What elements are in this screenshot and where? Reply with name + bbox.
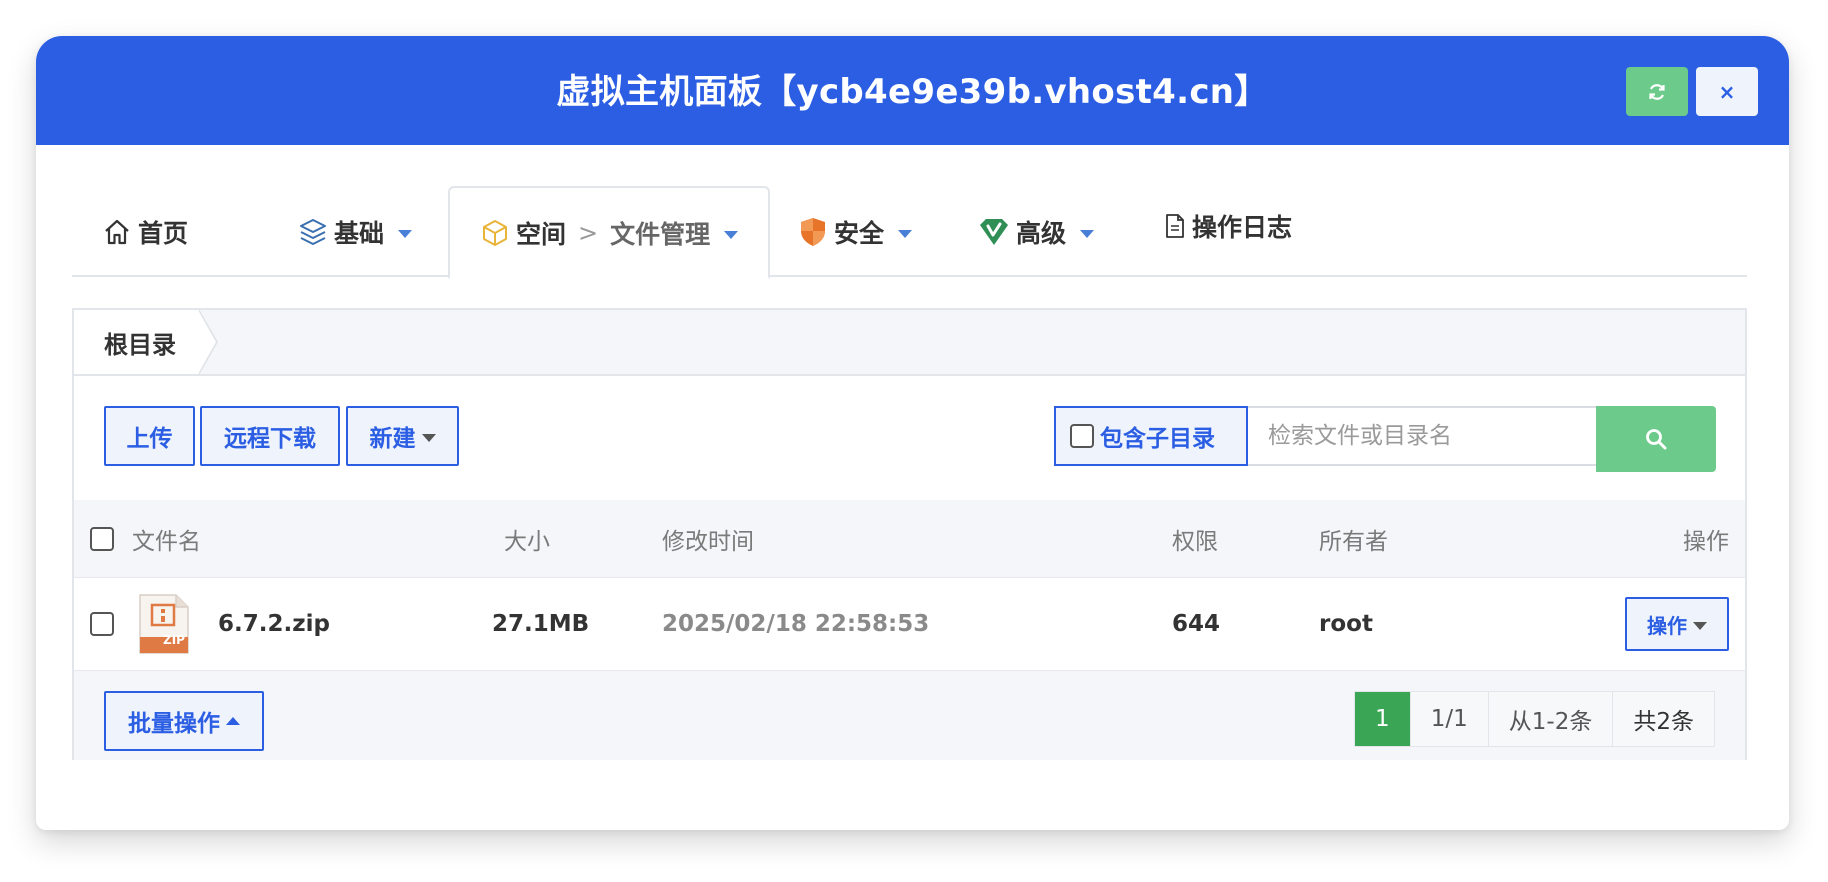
screen: 虚拟主机面板【ycb4e9e39b.vhost4.cn】 × 首页 基础 空间 … [0,0,1828,882]
select-all-checkbox[interactable] [90,526,114,551]
chevron-down-icon [1080,229,1095,238]
tab-file-manager-label: 文件管理 [610,219,711,249]
col-size-header[interactable]: 大小 [504,500,550,577]
refresh-icon [1649,83,1665,100]
remote-download-button[interactable]: 远程下载 [200,406,340,466]
row-actions-label: 操作 [1647,613,1687,638]
box-icon [483,219,507,246]
tab-basic-label: 基础 [334,218,385,248]
pagination: 1 1/1 从1-2条 共2条 [1353,691,1715,747]
col-owner-header: 所有者 [1319,528,1388,555]
refresh-button[interactable] [1626,67,1688,116]
chevron-down-icon [898,229,913,238]
table-header: 文件名 大小 修改时间 权限 所有者 操作 [74,500,1745,578]
row-select-cell [90,578,114,670]
file-modified: 2025/02/18 22:58:53 [662,611,930,637]
include-subdir-checkbox-box[interactable] [1070,424,1094,448]
modal-title: 虚拟主机面板【ycb4e9e39b.vhost4.cn】 [556,72,1269,112]
zip-badge-label: ZIP [163,633,185,647]
close-button[interactable]: × [1696,67,1758,116]
modal-header: 虚拟主机面板【ycb4e9e39b.vhost4.cn】 × [36,36,1789,145]
tab-security-label: 安全 [834,218,885,248]
file-manager-panel: 根目录 上传 远程下载 新建 包含子目录 检索文件或目录名 文件名 大小 修改时… [72,308,1747,760]
search-icon [1646,429,1667,450]
page-total: 共2条 [1633,709,1694,735]
chevron-up-icon [226,717,240,725]
shield-icon [801,217,825,246]
file-icon-cell: ZIP [138,578,190,670]
file-permission[interactable]: 644 [1172,578,1220,670]
new-button-label: 新建 [369,426,416,452]
virtual-host-modal: 虚拟主机面板【ycb4e9e39b.vhost4.cn】 × 首页 基础 空间 … [36,36,1789,830]
tab-operation-log[interactable]: 操作日志 [1164,180,1292,271]
tab-space-label: 空间 [516,219,567,249]
remote-download-button-label: 远程下载 [224,426,316,452]
include-subdir-label: 包含子目录 [1100,426,1215,452]
file-owner: root [1319,611,1373,637]
gem-icon [980,218,1008,245]
nav-tabs: 首页 基础 空间 > 文件管理 安全 高级 操作日志 [72,186,1747,279]
col-permission-header: 权限 [1172,528,1218,555]
chevron-down-icon [1693,622,1707,630]
tab-advanced[interactable]: 高级 [978,186,1095,277]
tab-operation-log-label: 操作日志 [1192,212,1293,242]
col-modified-header[interactable]: 修改时间 [662,500,754,577]
table-row[interactable]: ZIP 6.7.2.zip 27.1MB 2025/02/18 22:58:53… [74,578,1745,670]
col-actions-header: 操作 [1683,528,1729,555]
layers-icon [300,218,326,245]
row-checkbox[interactable] [90,612,114,636]
tab-home[interactable]: 首页 [102,186,188,277]
search-input[interactable] [1248,406,1598,466]
batch-actions-button[interactable]: 批量操作 [104,691,264,751]
search-button[interactable] [1596,406,1716,472]
page-range: 从1-2条 [1489,692,1614,746]
breadcrumb: 根目录 [74,309,1745,376]
close-icon: × [1718,79,1736,104]
file-size: 27.1MB [492,611,590,637]
tab-space-file-manager[interactable]: 空间 > 文件管理 [448,186,771,279]
select-all-cell [90,500,114,577]
breadcrumb-root[interactable]: 根目录 [74,310,198,374]
page-count: 1/1 [1411,692,1489,746]
upload-button-label: 上传 [126,426,173,452]
col-name-header[interactable]: 文件名 [132,500,201,577]
file-name[interactable]: 6.7.2.zip [218,578,330,670]
document-icon [1166,213,1184,238]
home-icon [105,219,129,244]
chevron-down-icon [398,229,413,238]
row-actions-cell: 操作 [1625,578,1729,670]
page-current[interactable]: 1 [1354,692,1411,746]
batch-actions-label: 批量操作 [128,711,220,737]
tab-home-label: 首页 [138,218,189,248]
new-button[interactable]: 新建 [346,406,459,466]
row-actions-button[interactable]: 操作 [1625,597,1729,651]
upload-button[interactable]: 上传 [104,406,195,466]
chevron-down-icon [421,434,436,442]
table-footer: 批量操作 1 1/1 从1-2条 共2条 [74,670,1745,760]
tab-basic[interactable]: 基础 [298,186,413,277]
include-subdir-checkbox[interactable]: 包含子目录 [1054,406,1248,466]
chevron-down-icon [724,230,739,239]
breadcrumb-separator: > [578,218,599,247]
tab-security[interactable]: 安全 [798,186,913,277]
tab-advanced-label: 高级 [1016,218,1067,248]
